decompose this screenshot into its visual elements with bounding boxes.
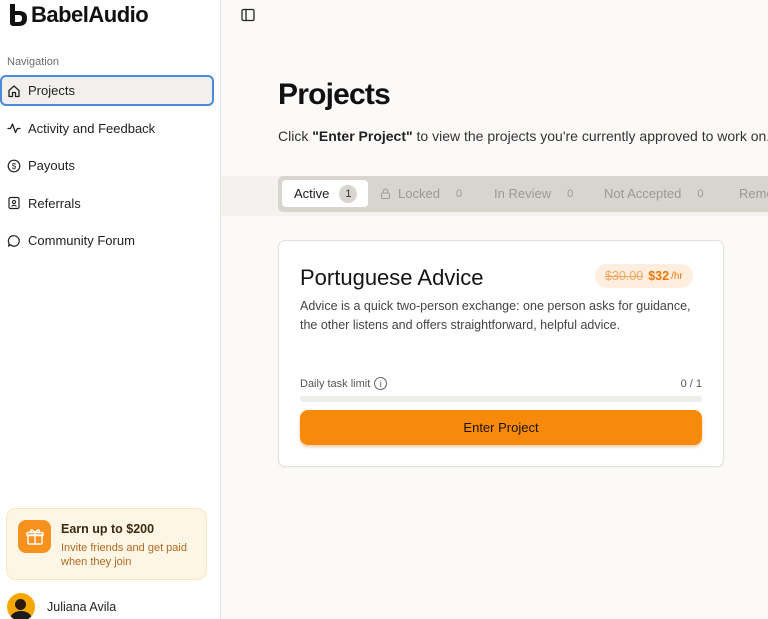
tab-removed[interactable]: Removed — [739, 180, 768, 207]
tab-count: 0 — [567, 187, 574, 200]
subtitle-bold: "Enter Project" — [312, 128, 413, 144]
nav-heading: Navigation — [7, 56, 59, 68]
sidebar-item-community-forum[interactable]: Community Forum — [0, 225, 215, 256]
id-badge-icon — [7, 196, 21, 210]
tab-count: 0 — [455, 187, 463, 200]
activity-icon — [7, 121, 21, 135]
daily-limit-value: 0 / 1 — [680, 378, 702, 390]
daily-limit-progress — [300, 396, 702, 402]
tab-label: Locked — [398, 186, 440, 201]
old-price: $30.00 — [605, 269, 644, 283]
logo-text: BabelAudio — [31, 2, 149, 27]
user-name: Juliana Avila — [47, 600, 117, 614]
tab-count: 1 — [339, 184, 358, 203]
tab-label: Not Accepted — [604, 186, 682, 201]
sidebar-item-referrals[interactable]: Referrals — [0, 188, 215, 219]
home-icon — [7, 84, 21, 98]
sidebar-item-payouts[interactable]: $ Payouts — [0, 150, 215, 181]
info-icon[interactable]: i — [374, 377, 388, 390]
sidebar-item-label: Community Forum — [28, 233, 135, 248]
project-card: Portuguese Advice $30.00 $32 /hr Advice … — [278, 240, 724, 467]
tab-active[interactable]: Active 1 — [282, 180, 369, 207]
sidebar-toggle-icon[interactable] — [240, 7, 256, 23]
daily-limit-text: Daily task limit — [300, 377, 371, 390]
sidebar: BabelAudio Navigation Projects Activity … — [0, 0, 221, 619]
daily-limit-label: Daily task limit i — [300, 377, 388, 390]
logo[interactable]: BabelAudio — [7, 2, 149, 27]
price-badge: $30.00 $32 /hr — [595, 264, 693, 288]
tab-count: 0 — [697, 187, 704, 200]
dollar-circle-icon: $ — [7, 159, 21, 173]
tab-label: Active — [294, 186, 330, 201]
subtitle-suffix: to view the projects you're currently ap… — [412, 128, 768, 144]
avatar — [7, 593, 35, 619]
tab-not-accepted[interactable]: Not Accepted 0 — [604, 180, 703, 207]
price-unit: /hr — [671, 270, 683, 282]
sidebar-item-label: Activity and Feedback — [28, 120, 156, 136]
sidebar-nav: Projects Activity and Feedback $ Payouts… — [0, 75, 221, 263]
sidebar-item-projects[interactable]: Projects — [0, 75, 214, 106]
promo-title: Earn up to $200 — [61, 522, 155, 536]
tab-in-review[interactable]: In Review 0 — [494, 180, 573, 207]
lock-icon — [380, 188, 391, 199]
project-title: Portuguese Advice — [300, 265, 484, 290]
babel-logo-icon — [10, 4, 27, 26]
top-bar — [221, 0, 768, 48]
project-status-tabs: Active 1 Locked 0 In Review 0 Not Accept… — [278, 176, 768, 212]
project-description: Advice is a quick two-person exchange: o… — [300, 299, 691, 332]
tab-locked[interactable]: Locked 0 — [380, 180, 462, 207]
tab-label: In Review — [494, 186, 552, 201]
page-title: Projects — [278, 78, 391, 111]
tab-label: Removed — [739, 186, 768, 201]
user-profile[interactable]: Juliana Avila — [7, 593, 116, 619]
page-subtitle: Click "Enter Project" to view the projec… — [278, 128, 768, 144]
new-price: $32 — [648, 269, 670, 283]
sidebar-item-label: Referrals — [28, 195, 81, 211]
chat-bubble-icon — [7, 234, 21, 248]
subtitle-prefix: Click — [278, 128, 313, 144]
gift-icon — [18, 520, 51, 553]
sidebar-item-label: Projects — [28, 83, 75, 98]
svg-text:$: $ — [12, 162, 17, 171]
sidebar-item-activity[interactable]: Activity and Feedback — [0, 113, 215, 144]
sidebar-item-label: Payouts — [28, 158, 75, 173]
enter-project-button[interactable]: Enter Project — [300, 410, 702, 445]
referral-promo-card[interactable]: Earn up to $200 Invite friends and get p… — [6, 508, 207, 580]
promo-subtitle: Invite friends and get paid when they jo… — [61, 542, 187, 568]
